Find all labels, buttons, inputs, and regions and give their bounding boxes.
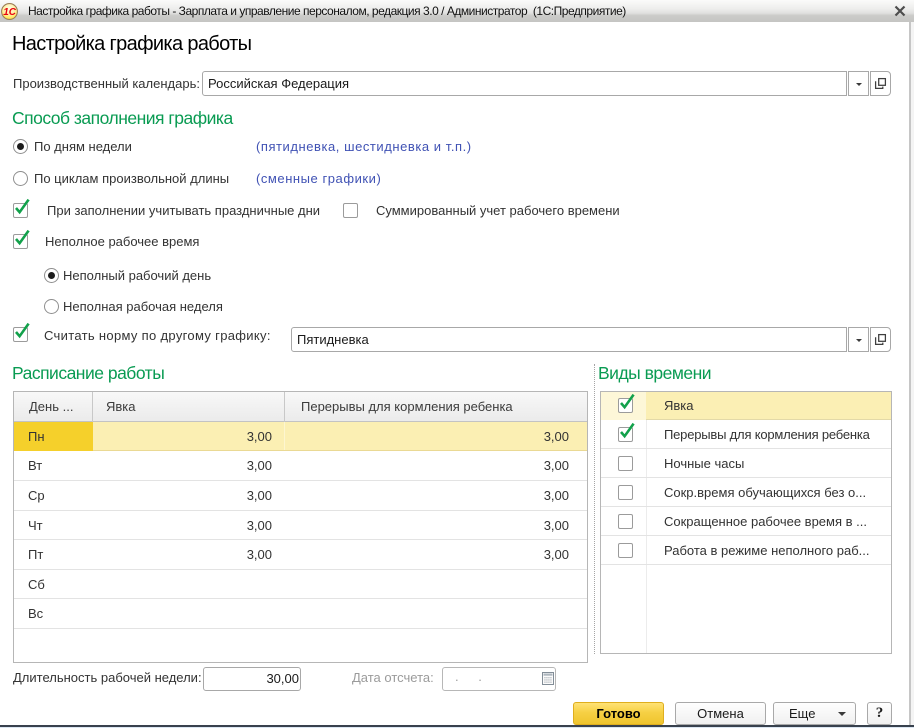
svg-text:1С: 1С (3, 7, 17, 18)
